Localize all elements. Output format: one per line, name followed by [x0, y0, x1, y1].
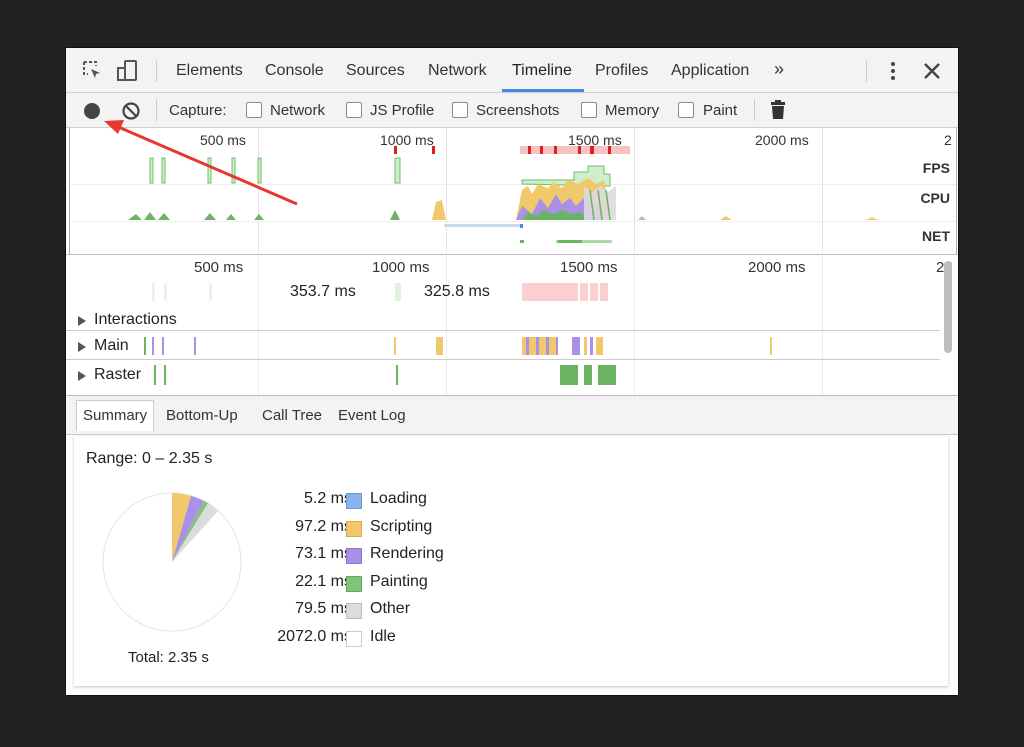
annotation-arrow-icon — [104, 120, 298, 206]
